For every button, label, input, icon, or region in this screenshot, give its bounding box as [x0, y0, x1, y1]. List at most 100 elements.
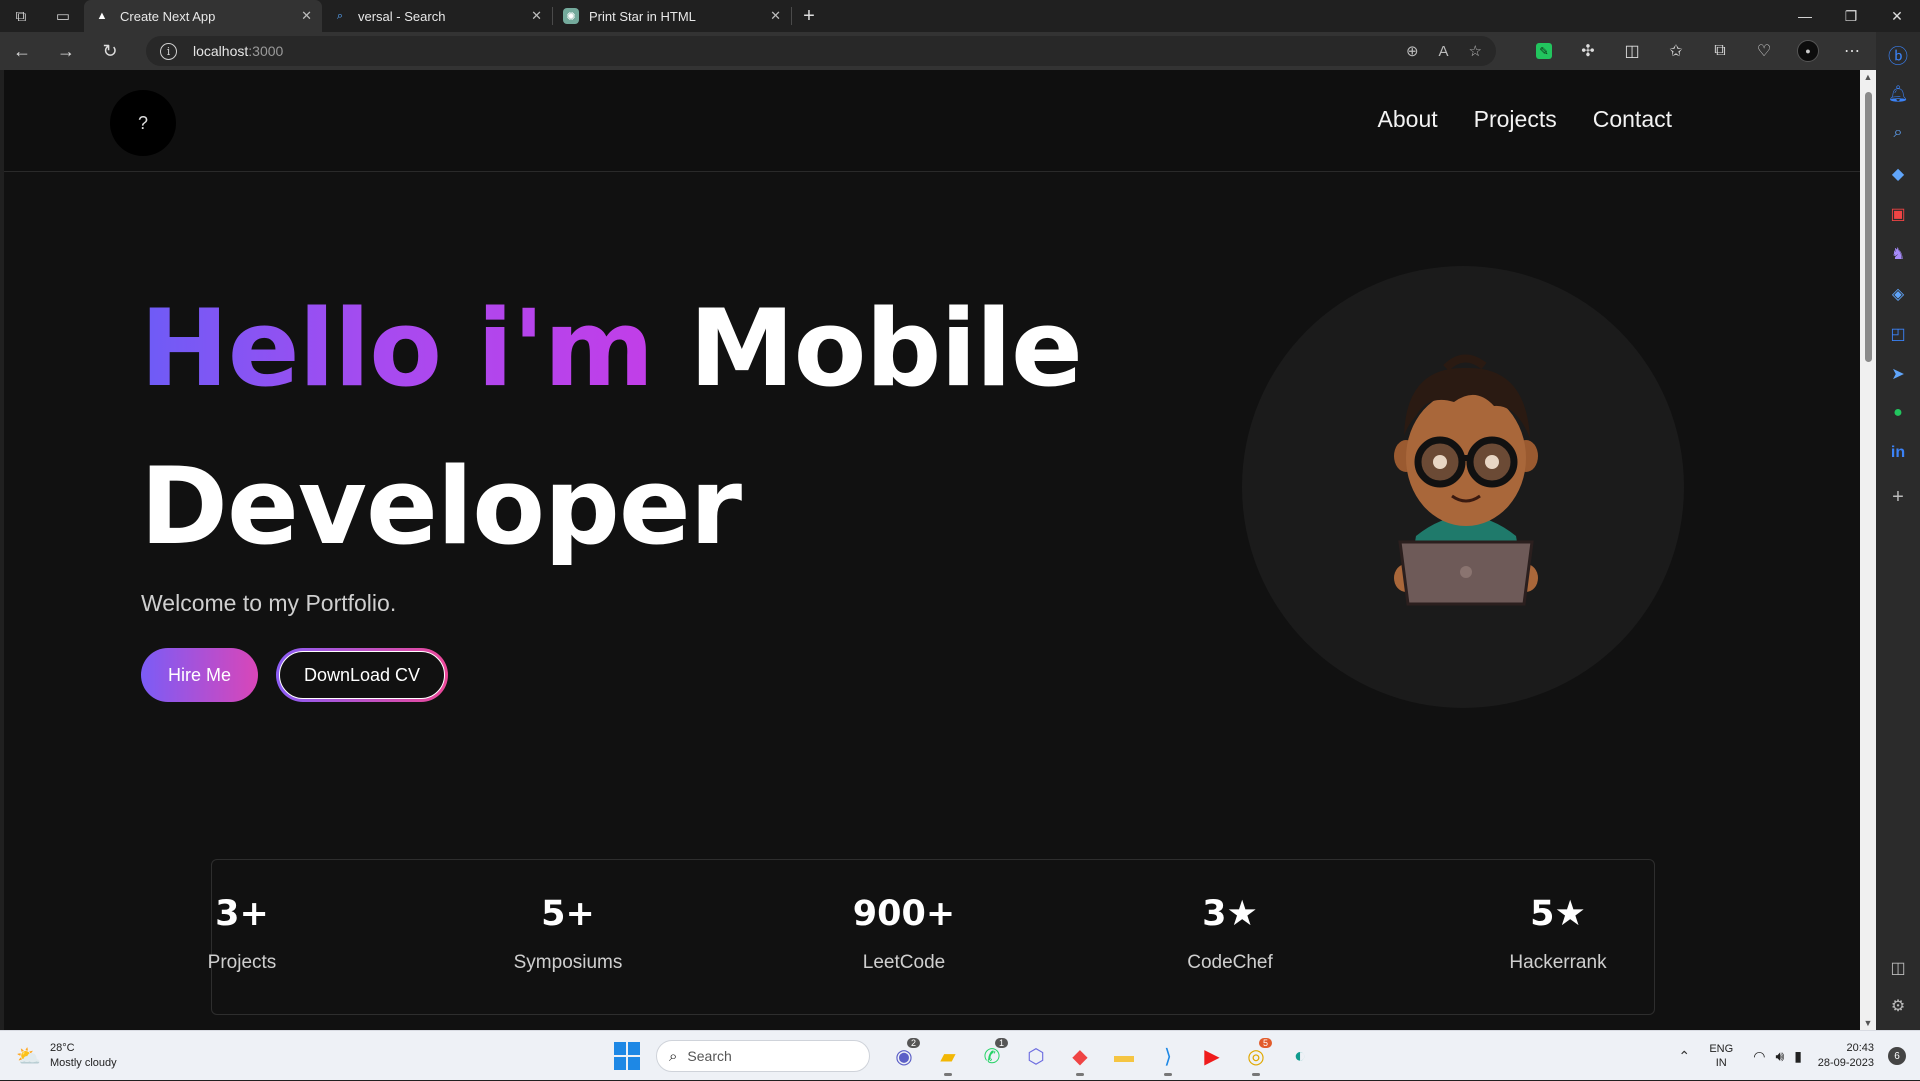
- scrollbar-thumb[interactable]: [1865, 92, 1872, 362]
- workspaces-icon[interactable]: ⧉: [0, 0, 42, 32]
- site-logo[interactable]: ?: [110, 90, 176, 156]
- close-tab-icon[interactable]: ✕: [770, 8, 781, 24]
- forward-icon[interactable]: →: [44, 32, 88, 70]
- developer-avatar-illustration: [1394, 354, 1538, 606]
- battery-icon: ▮: [1794, 1047, 1802, 1064]
- whatsapp-icon[interactable]: ✆ 1: [970, 1038, 1014, 1074]
- stat-label: LeetCode: [862, 952, 946, 973]
- weather-widget[interactable]: ⛅ 28°C Mostly cloudy: [16, 1041, 117, 1071]
- download-cv-label: DownLoad CV: [279, 651, 445, 699]
- more-menu-icon[interactable]: ⋯: [1830, 32, 1874, 70]
- site-header: ? About Projects Contact: [4, 70, 1860, 172]
- weather-temp: 28°C: [50, 1042, 75, 1054]
- favorite-star-icon[interactable]: ☆: [1469, 42, 1482, 60]
- scroll-down-icon[interactable]: ▼: [1863, 1018, 1873, 1028]
- nav-projects[interactable]: Projects: [1474, 106, 1557, 133]
- tab-actions-icon[interactable]: ▭: [42, 0, 84, 32]
- favorites-icon[interactable]: ✩: [1654, 32, 1698, 70]
- drop-send-icon[interactable]: ➤: [1876, 364, 1920, 384]
- shopping-tag-icon[interactable]: ◆: [1876, 164, 1920, 184]
- bing-copilot-icon[interactable]: ⓑ: [1876, 40, 1920, 69]
- show-hidden-icons-chevron-icon[interactable]: ⌃: [1669, 1048, 1699, 1065]
- browser-toolbar: ✎ ✣ ◫ ✩ ⧉ ♡ ● ⋯: [1522, 32, 1874, 70]
- language-indicator[interactable]: ENG IN: [1699, 1042, 1743, 1070]
- copilot-sidebar-icon[interactable]: ◈: [1876, 284, 1920, 304]
- tab-title: versal - Search: [358, 8, 446, 24]
- stat-codechef: 3★ CodeChef: [1130, 860, 1330, 974]
- teams-icon[interactable]: ◉ 2: [882, 1038, 926, 1074]
- stat-symposiums: 5+ Symposiums: [468, 860, 668, 974]
- wifi-icon: ◠: [1753, 1047, 1766, 1064]
- clock-time: 20:43: [1846, 1042, 1874, 1054]
- refresh-icon[interactable]: ↻: [88, 32, 132, 70]
- add-sidebar-app-icon[interactable]: +: [1876, 486, 1920, 509]
- url-text[interactable]: localhost:3000: [193, 43, 283, 59]
- hero-greeting: Hello i'm: [140, 287, 654, 410]
- games-chess-icon[interactable]: ♞: [1876, 244, 1920, 264]
- clock[interactable]: 20:43 28-09-2023: [1812, 1041, 1874, 1071]
- hide-sidebar-icon[interactable]: ◫: [1876, 958, 1920, 978]
- address-bar[interactable]: i localhost:3000 ⊕ A ☆: [146, 36, 1496, 66]
- minimize-icon[interactable]: —: [1782, 0, 1828, 32]
- zoom-icon[interactable]: ⊕: [1406, 42, 1419, 60]
- close-window-icon[interactable]: ✕: [1874, 0, 1920, 32]
- split-screen-icon[interactable]: ◫: [1610, 32, 1654, 70]
- close-tab-icon[interactable]: ✕: [531, 8, 542, 24]
- linkedin-icon[interactable]: in: [1876, 444, 1920, 462]
- extensions-icon[interactable]: ✣: [1566, 32, 1610, 70]
- quick-settings[interactable]: ◠ 🔊︎ ▮: [1753, 1048, 1802, 1065]
- system-tray: ⌃ ENG IN ◠ 🔊︎ ▮ 20:43 28-09-2023 6: [1669, 1031, 1920, 1081]
- folder-icon[interactable]: ▬: [1102, 1038, 1146, 1074]
- search-favicon-icon: ⌕: [336, 9, 344, 22]
- copilot-icon[interactable]: ⬡: [1014, 1038, 1058, 1074]
- vscode-icon[interactable]: ⟩: [1146, 1038, 1190, 1076]
- taskbar-search[interactable]: ⌕ Search: [656, 1040, 870, 1072]
- search-icon: ⌕: [669, 1047, 678, 1065]
- back-icon[interactable]: ←: [0, 32, 44, 70]
- start-windows-icon[interactable]: [614, 1042, 642, 1070]
- chrome-icon[interactable]: ◎ 5: [1234, 1038, 1278, 1076]
- scroll-up-icon[interactable]: ▲: [1863, 72, 1873, 82]
- url-host: localhost: [193, 43, 249, 59]
- stat-leetcode: 900+ LeetCode: [804, 860, 1004, 974]
- collections-icon[interactable]: ⧉: [1698, 32, 1742, 70]
- tools-briefcase-icon[interactable]: ▣: [1876, 204, 1920, 224]
- anydesk-icon[interactable]: ◆: [1058, 1038, 1102, 1076]
- restore-icon[interactable]: ❐: [1828, 0, 1874, 32]
- download-cv-button[interactable]: DownLoad CV: [276, 648, 448, 702]
- partly-cloudy-icon: ⛅: [16, 1046, 41, 1068]
- outlook-icon[interactable]: ◰: [1876, 324, 1920, 344]
- profile-avatar-icon[interactable]: ●: [1797, 40, 1819, 62]
- address-bar-actions: ⊕ A ☆: [1406, 36, 1482, 66]
- file-explorer-icon[interactable]: ▰: [926, 1038, 970, 1076]
- nav-contact[interactable]: Contact: [1593, 106, 1672, 133]
- browser-essentials-icon[interactable]: ♡: [1742, 32, 1786, 70]
- edge-icon[interactable]: ◐: [1278, 1038, 1322, 1074]
- close-tab-icon[interactable]: ✕: [301, 8, 312, 24]
- stat-label: Projects: [207, 952, 277, 973]
- nav-about[interactable]: About: [1378, 106, 1438, 133]
- tab-versal-search[interactable]: ⌕ versal - Search ✕: [322, 0, 552, 32]
- hero-title: Hello i'm Mobile Developer: [140, 270, 1140, 586]
- read-aloud-icon[interactable]: A: [1439, 43, 1449, 60]
- clock-date: 28-09-2023: [1817, 1057, 1874, 1069]
- spotify-icon[interactable]: ●: [1876, 404, 1920, 422]
- tab-print-star[interactable]: ✺ Print Star in HTML ✕: [553, 0, 791, 32]
- sidebar-settings-icon[interactable]: ⚙: [1876, 996, 1920, 1016]
- nextjs-favicon-icon: ▲: [96, 10, 108, 22]
- page-scrollbar[interactable]: ▲ ▼: [1860, 70, 1876, 1030]
- extension-green-icon[interactable]: ✎: [1536, 43, 1552, 59]
- tab-title: Print Star in HTML: [589, 8, 696, 24]
- search-sidebar-icon[interactable]: ⌕: [1876, 124, 1920, 142]
- new-tab-button[interactable]: +: [792, 0, 826, 32]
- notifications-bell-icon[interactable]: 🔔︎: [1876, 84, 1920, 104]
- hero-subtitle: Welcome to my Portfolio.: [141, 590, 397, 616]
- youtube-icon[interactable]: ▶: [1190, 1038, 1234, 1074]
- stats-panel: 3+ Projects 5+ Symposiums 900+ LeetCode …: [208, 859, 1655, 1015]
- tab-create-next-app[interactable]: ▲ Create Next App ✕: [84, 0, 322, 32]
- stat-projects: 3+ Projects: [142, 860, 342, 974]
- window-controls: — ❐ ✕: [1782, 0, 1920, 32]
- site-info-icon[interactable]: i: [160, 42, 177, 60]
- hire-me-button[interactable]: Hire Me: [141, 648, 258, 702]
- notification-count-badge[interactable]: 6: [1888, 1047, 1906, 1065]
